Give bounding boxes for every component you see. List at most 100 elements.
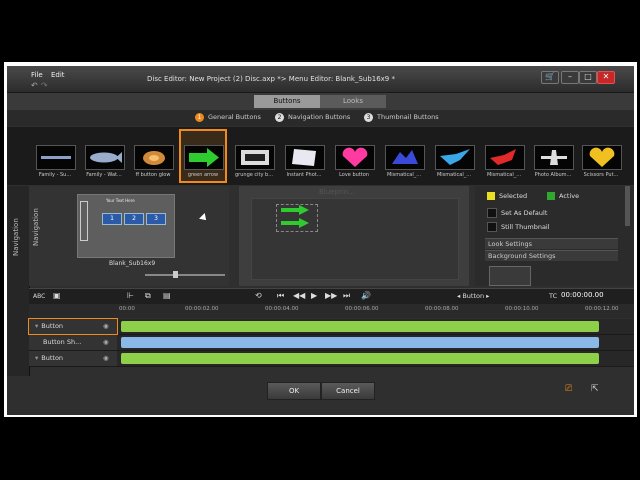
loop-icon[interactable]: ⟲ [255,291,262,300]
export-icon[interactable]: ⇱ [591,384,599,394]
timeline-track[interactable]: ▾ Button ◉ [29,351,634,367]
redo-icon[interactable]: ↷ [41,81,48,90]
minimize-button[interactable]: – [561,71,579,84]
rewind-icon[interactable]: ◀◀ [293,291,305,300]
eye-icon[interactable]: ◉ [103,319,109,334]
menu-edit[interactable]: Edit [51,71,65,79]
forward-icon[interactable]: ▶▶ [325,291,337,300]
gallery-item-label: Photo Album... [534,172,572,178]
menu-file[interactable]: File [31,71,43,79]
selected-swatch [487,192,495,200]
gallery-item-photo-album[interactable]: Photo Album... [531,131,575,181]
eye-icon[interactable]: ◉ [103,351,109,366]
ruler-tick: 00:00:06.00 [345,306,379,312]
gallery-item-label: Mismatical_... [486,172,522,178]
cancel-button[interactable]: Cancel [321,382,375,400]
gallery-item-grunge-city[interactable]: grunge city b... [232,131,276,181]
volume-icon[interactable]: 🔊 [361,291,371,300]
gallery-item-love-button[interactable]: Love button [332,131,376,181]
maximize-button[interactable]: □ [579,71,597,84]
undo-icon[interactable]: ↶ [31,81,38,90]
ok-button[interactable]: OK [267,382,321,400]
look-settings-header[interactable]: Look Settings [485,238,618,249]
line-icon [36,145,76,170]
ruler-tick: 00:00:02.00 [185,306,219,312]
gallery-item-label: Love button [339,172,369,178]
cart-icon[interactable]: 🛒 [541,71,559,84]
expand-icon[interactable]: ▾ [35,354,38,362]
layer-icon[interactable]: ▣ [53,291,61,300]
bird-icon [435,145,475,170]
align-icon[interactable]: ⊩ [127,291,134,300]
nav-slot-2[interactable]: 2 [124,213,144,225]
track-label: Button [41,354,64,362]
copy-icon[interactable]: ⧉ [145,291,151,301]
expand-icon[interactable]: ▾ [35,322,38,330]
tab-buttons[interactable]: Buttons [254,95,320,108]
timecode[interactable]: 00:00:00.00 [561,291,604,299]
tab-looks[interactable]: Looks [320,95,386,108]
glow-icon [134,145,174,170]
menu-thumbnail-preview[interactable]: Your Text Here 1 2 3 [77,194,175,258]
skip-start-icon[interactable]: ⏮ [277,291,284,301]
track-clip[interactable] [121,337,599,348]
timeline-track[interactable]: Button Sh... ◉ [29,335,634,351]
menu-stage: Blueprin... [199,186,469,286]
skip-end-icon[interactable]: ⏭ [343,291,350,301]
thumb-name: Blank_Sub16x9 [109,260,156,267]
selected-button-bounds[interactable] [276,204,318,232]
grunge-icon [235,145,275,170]
gallery-item-label: Mismatical_... [436,172,472,178]
nav-slot-1[interactable]: 1 [102,213,122,225]
gallery-item-scissors-put[interactable]: Scissors Put... [579,131,623,181]
category-thumbnail-buttons[interactable]: 3 Thumbnail Buttons [364,113,439,122]
background-preview[interactable] [489,266,531,286]
scroll-indicator [80,201,88,241]
ruler-tick: 00:00:10.00 [505,306,539,312]
gallery-item-instant-phot[interactable]: Instant Phot... [282,131,326,181]
close-button[interactable]: ✕ [597,71,615,84]
track-clip[interactable] [121,353,599,364]
play-icon[interactable]: ▶ [311,291,317,300]
timecode-label: TC [549,292,558,300]
track-header[interactable]: Button Sh... ◉ [29,335,117,350]
zoom-slider-handle[interactable] [173,271,178,278]
gallery-item-mismatical-2[interactable]: Mismatical_... [432,131,476,181]
ruler-tick: 00:00:08.00 [425,306,459,312]
sidebar-navigation-label[interactable]: Navigation [12,218,20,256]
text-tool-button[interactable]: ABC [33,293,45,300]
track-header[interactable]: ▾ Button ◉ [28,318,118,335]
button-categories: 1 General Buttons 2 Navigation Buttons 3 Th… [7,110,634,126]
eye-icon[interactable]: ◉ [103,335,109,350]
gallery-item-mismatical-3[interactable]: Mismatical_... [482,131,526,181]
zoom-slider[interactable] [145,274,225,276]
grid-icon[interactable]: ▤ [163,291,171,300]
track-header[interactable]: ▾ Button ◉ [29,351,117,366]
photo-icon [285,145,325,170]
track-selector[interactable]: ◂ Button ▸ [457,292,489,300]
gallery-item-mismatical-1[interactable]: Mismatical_... [382,131,426,181]
gallery-item-green-arrow[interactable]: green arrow [179,129,227,183]
menu-canvas[interactable] [251,198,459,280]
gallery-item-label: Family - Su... [38,172,72,178]
timeline-ruler[interactable]: 00:00 00:00:02.00 00:00:04.00 00:00:06.0… [29,304,634,318]
track-clip[interactable] [121,321,599,332]
gallery-item-ff-button-glow[interactable]: ff button glow [131,131,175,181]
fish-icon [85,145,125,170]
category-navigation-buttons[interactable]: 2 Navigation Buttons [275,113,350,122]
active-color[interactable]: Active [547,192,579,200]
ruler-tick: 00:00:04.00 [265,306,299,312]
gallery-item-family-wat[interactable]: Family - Wat... [82,131,126,181]
nav-slot-3[interactable]: 3 [146,213,166,225]
timeline-track[interactable]: ▾ Button ◉ [28,318,634,335]
gallery-item-label: grunge city b... [235,172,273,178]
gallery-item-label: Scissors Put... [583,172,619,178]
set-default-checkbox[interactable]: Set As Default [487,208,547,218]
gallery-item-family-su[interactable]: Family - Su... [33,131,77,181]
render-icon[interactable]: ⎚ [565,384,572,394]
background-settings-header[interactable]: Background Settings [485,250,618,261]
selected-color[interactable]: Selected [487,192,527,200]
category-general-buttons[interactable]: 1 General Buttons [195,113,261,122]
properties-scrollbar[interactable] [625,186,630,226]
still-thumbnail-checkbox[interactable]: Still Thumbnail [487,222,550,232]
